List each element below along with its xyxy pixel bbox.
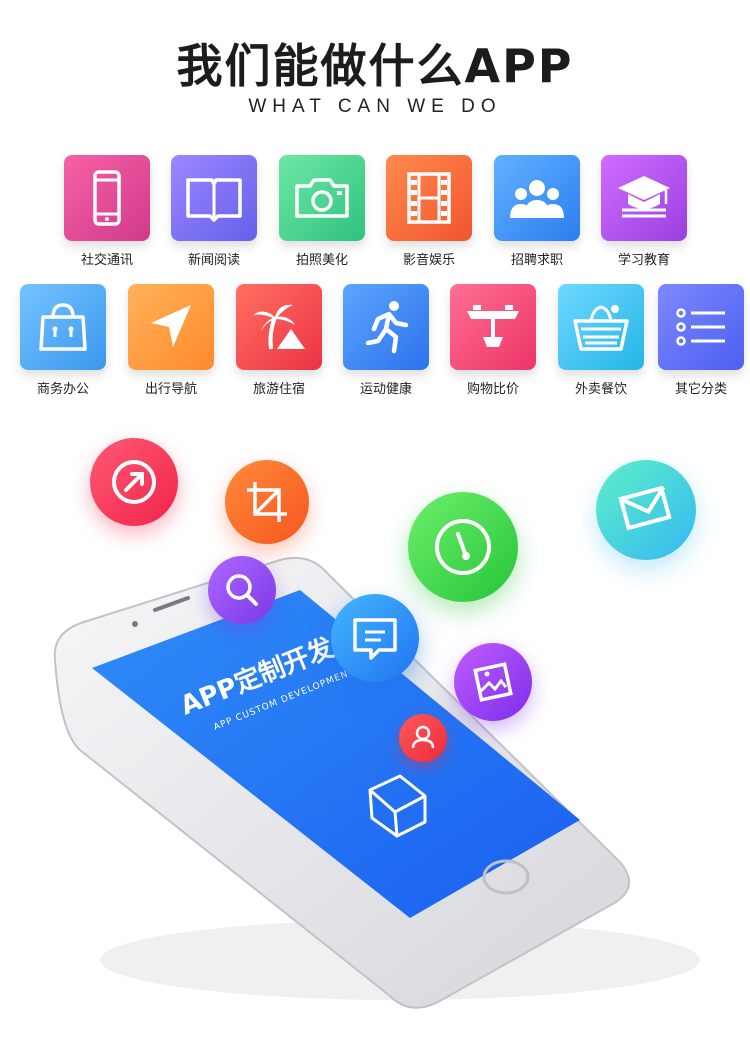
phone-icon — [93, 170, 121, 226]
category-travel[interactable]: 旅游住宿 — [234, 284, 324, 397]
category-business[interactable]: 商务办公 — [18, 284, 108, 397]
category-navigation[interactable]: 出行导航 — [126, 284, 216, 397]
mail-icon — [618, 485, 672, 531]
category-entertainment[interactable]: 影音娱乐 — [384, 155, 474, 268]
basket-icon — [573, 305, 629, 351]
category-label: 新闻阅读 — [187, 253, 240, 268]
category-jobs[interactable]: 招聘求职 — [492, 155, 582, 268]
category-label: 外卖餐饮 — [574, 382, 627, 397]
book-icon — [186, 178, 242, 222]
category-other[interactable]: 其它分类 — [656, 284, 746, 397]
image-bubble[interactable] — [454, 643, 532, 721]
share-arrow-icon — [112, 460, 156, 504]
search-bubble[interactable] — [208, 556, 276, 624]
film-icon — [407, 172, 451, 224]
people-icon — [510, 180, 564, 218]
share-bubble[interactable] — [90, 438, 178, 526]
image-icon — [473, 662, 513, 702]
speedometer-icon — [435, 519, 491, 575]
category-label: 购物比价 — [466, 382, 519, 397]
speedometer-bubble[interactable] — [408, 492, 518, 602]
category-label: 学习教育 — [617, 253, 670, 268]
page-title: 我们能做什么APP — [176, 39, 574, 93]
category-shopping[interactable]: 购物比价 — [448, 284, 538, 397]
scale-icon — [467, 305, 519, 347]
camera-icon — [295, 178, 349, 218]
message-bubble[interactable] — [331, 594, 419, 682]
list-icon — [676, 308, 725, 346]
page-subtitle: WHAT CAN WE DO — [248, 96, 502, 117]
user-bubble[interactable] — [399, 714, 447, 762]
category-label: 运动健康 — [359, 382, 412, 397]
crop-icon — [247, 482, 287, 522]
category-label: 旅游住宿 — [252, 382, 305, 397]
category-food[interactable]: 外卖餐饮 — [556, 284, 646, 397]
message-icon — [353, 618, 397, 660]
briefcase-icon — [39, 303, 87, 351]
category-label: 其它分类 — [674, 382, 727, 397]
running-man-icon — [365, 301, 409, 354]
graduation-cap-icon — [618, 176, 670, 218]
user-icon — [411, 725, 435, 749]
category-education[interactable]: 学习教育 — [599, 155, 689, 268]
category-label: 拍照美化 — [295, 253, 348, 268]
search-icon — [226, 574, 258, 606]
crop-bubble[interactable] — [225, 460, 309, 544]
category-label: 影音娱乐 — [402, 253, 455, 268]
category-sports[interactable]: 运动健康 — [341, 284, 431, 397]
category-label: 招聘求职 — [510, 253, 563, 268]
palm-tree-icon — [253, 304, 305, 350]
mail-bubble[interactable] — [596, 460, 696, 560]
category-label: 出行导航 — [144, 382, 197, 397]
category-label: 商务办公 — [36, 382, 89, 397]
category-photo[interactable]: 拍照美化 — [277, 155, 367, 268]
navigation-arrow-icon — [151, 305, 191, 347]
category-label: 社交通讯 — [80, 253, 133, 268]
category-social[interactable]: 社交通讯 — [62, 155, 152, 268]
category-news[interactable]: 新闻阅读 — [169, 155, 259, 268]
